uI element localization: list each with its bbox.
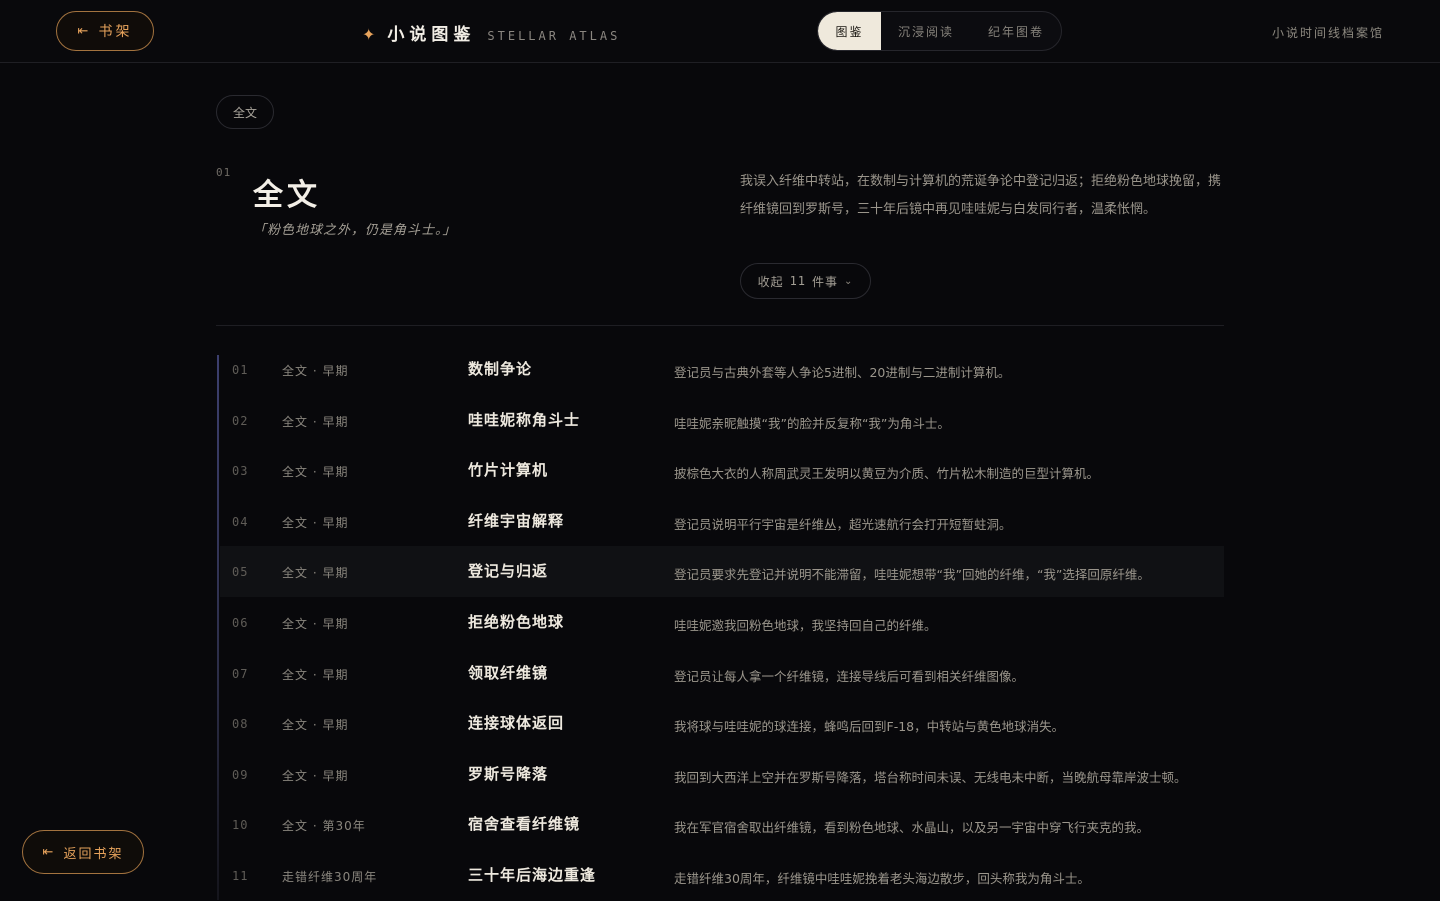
event-title: 登记与归返 <box>468 562 549 581</box>
section-divider <box>216 325 1224 326</box>
event-title: 连接球体返回 <box>468 714 565 733</box>
event-row[interactable]: 01 全文 · 早期 数制争论 登记员与古典外套等人争论5进制、20进制与二进制… <box>220 344 1224 395</box>
section-number: 01 <box>216 166 232 179</box>
tab-atlas[interactable]: 图鉴 <box>818 12 881 50</box>
back-to-bookshelf-button[interactable]: ⇤ 返回书架 <box>22 830 144 874</box>
timeline-line <box>217 355 219 900</box>
event-title: 三十年后海边重逢 <box>468 865 597 884</box>
event-description: 我将球与哇哇妮的球连接，蜂鸣后回到F-18，中转站与黄色地球消失。 <box>674 719 1065 735</box>
event-title: 宿舍查看纤维镜 <box>468 815 581 834</box>
event-count: 11 <box>789 274 807 288</box>
event-title: 哇哇妮称角斗士 <box>468 410 581 429</box>
filter-chip[interactable]: 全文 <box>216 95 274 129</box>
arrow-left-bar-icon: ⇤ <box>42 844 54 860</box>
event-number: 05 <box>232 565 249 580</box>
event-tag: 全文 · 早期 <box>282 768 349 783</box>
event-row[interactable]: 10 全文 · 第30年 宿舍查看纤维镜 我在军官宿舍取出纤维镜，看到粉色地球、… <box>220 799 1224 850</box>
event-row[interactable]: 03 全文 · 早期 竹片计算机 披棕色大衣的人称周武灵王发明以黄豆为介质、竹片… <box>220 445 1224 496</box>
event-description: 登记员要求先登记并说明不能滞留，哇哇妮想带“我”回她的纤维，“我”选择回原纤维。 <box>674 567 1150 583</box>
event-number: 01 <box>232 363 249 377</box>
event-title: 数制争论 <box>468 360 533 378</box>
event-title: 拒绝粉色地球 <box>468 612 565 631</box>
event-description: 哇哇妮亲昵触摸“我”的脸并反复称“我”为角斗士。 <box>674 415 950 431</box>
event-title: 罗斯号降落 <box>468 764 549 783</box>
event-tag: 全文 · 早期 <box>282 515 349 530</box>
back-button-label: 返回书架 <box>63 846 124 862</box>
event-row[interactable]: 08 全文 · 早期 连接球体返回 我将球与哇哇妮的球连接，蜂鸣后回到F-18，… <box>220 698 1224 749</box>
event-number: 11 <box>232 868 249 883</box>
event-title: 竹片计算机 <box>468 461 549 480</box>
event-row[interactable]: 11 走错纤维30周年 三十年后海边重逢 走错纤维30周年，纤维镜中哇哇妮挽着老… <box>220 850 1224 901</box>
event-title: 领取纤维镜 <box>468 663 549 682</box>
event-description: 走错纤维30周年，纤维镜中哇哇妮挽着老头海边散步，回头称我为角斗士。 <box>674 870 1090 886</box>
event-number: 10 <box>232 818 249 833</box>
event-number: 02 <box>232 413 249 428</box>
event-tag: 全文 · 早期 <box>282 414 349 429</box>
event-count-suffix: 件事 <box>812 274 839 289</box>
star-icon: ✦ <box>362 25 376 44</box>
arrow-left-bar-icon: ⇤ <box>77 23 89 39</box>
event-tag: 全文 · 早期 <box>282 616 349 631</box>
event-description: 登记员说明平行宇宙是纤维丛，超光速航行会打开短暂蛀洞。 <box>674 516 1012 532</box>
event-tag: 全文 · 早期 <box>282 566 349 581</box>
collapse-label: 收起 <box>757 274 784 289</box>
event-tag: 走错纤维30周年 <box>282 869 378 884</box>
event-description: 披棕色大衣的人称周武灵王发明以黄豆为介质、竹片松木制造的巨型计算机。 <box>674 466 1100 482</box>
bookshelf-button[interactable]: ⇤ 书架 <box>56 11 154 51</box>
section-description: 我误入纤维中转站，在数制与计算机的荒诞争论中登记归返；拒绝粉色地球挽留，携纤维镜… <box>740 174 1222 217</box>
event-title: 纤维宇宙解释 <box>468 511 565 530</box>
event-list: 01 全文 · 早期 数制争论 登记员与古典外套等人争论5进制、20进制与二进制… <box>220 344 1224 901</box>
event-tag: 全文 · 早期 <box>282 718 349 733</box>
event-number: 03 <box>232 464 249 479</box>
event-description: 哇哇妮邀我回粉色地球，我坚持回自己的纤维。 <box>674 617 937 633</box>
section-quote: 「粉色地球之外，仍是角斗士。」 <box>253 223 457 238</box>
event-number: 06 <box>232 615 249 630</box>
tab-immersive-reading[interactable]: 沉浸阅读 <box>881 12 971 50</box>
event-description: 登记员让每人拿一个纤维镜，连接导线后可看到相关纤维图像。 <box>674 668 1025 684</box>
event-row[interactable]: 07 全文 · 早期 领取纤维镜 登记员让每人拿一个纤维镜，连接导线后可看到相关… <box>220 648 1224 699</box>
event-row-highlighted[interactable]: 05 全文 · 早期 登记与归返 登记员要求先登记并说明不能滞留，哇哇妮想带“我… <box>220 546 1224 597</box>
event-row[interactable]: 09 全文 · 早期 罗斯号降落 我回到大西洋上空并在罗斯号降落，塔台称时间未误… <box>220 749 1224 800</box>
event-tag: 全文 · 早期 <box>282 465 349 480</box>
view-mode-tabs: 图鉴 沉浸阅读 纪年图卷 <box>817 11 1062 51</box>
timeline-archive-link[interactable]: 小说时间线档案馆 <box>1272 24 1384 41</box>
section-title: 全文 <box>253 178 321 213</box>
event-number: 08 <box>232 717 249 732</box>
event-number: 09 <box>232 767 249 782</box>
top-navigation-bar: ⇤ 书架 ✦ 小说图鉴 STELLAR ATLAS 图鉴 沉浸阅读 纪年图卷 小… <box>0 0 1440 63</box>
event-tag: 全文 · 第30年 <box>282 819 366 834</box>
event-row[interactable]: 06 全文 · 早期 拒绝粉色地球 哇哇妮邀我回粉色地球，我坚持回自己的纤维。 <box>220 597 1224 648</box>
event-description: 我在军官宿舍取出纤维镜，看到粉色地球、水晶山，以及另一宇宙中穿飞行夹克的我。 <box>674 820 1150 836</box>
event-tag: 全文 · 早期 <box>282 364 349 378</box>
chevron-down-icon: ⌄ <box>844 275 854 287</box>
collapse-events-button[interactable]: 收起 11 件事 ⌄ <box>740 263 871 299</box>
brand-name: 小说图鉴 <box>387 25 476 45</box>
event-number: 04 <box>232 514 249 529</box>
brand-subtitle: STELLAR ATLAS <box>487 29 621 43</box>
event-row[interactable]: 04 全文 · 早期 纤维宇宙解释 登记员说明平行宇宙是纤维丛，超光速航行会打开… <box>220 496 1224 547</box>
event-description: 登记员与古典外套等人争论5进制、20进制与二进制计算机。 <box>674 365 1011 380</box>
event-number: 07 <box>232 666 249 681</box>
bookshelf-button-label: 书架 <box>98 24 133 40</box>
tab-chronicle-scroll[interactable]: 纪年图卷 <box>971 12 1061 50</box>
event-tag: 全文 · 早期 <box>282 667 349 682</box>
event-description: 我回到大西洋上空并在罗斯号降落，塔台称时间未误、无线电未中断，当晚航母靠岸波士顿… <box>674 769 1187 785</box>
brand: ✦ 小说图鉴 STELLAR ATLAS <box>362 20 620 46</box>
event-row[interactable]: 02 全文 · 早期 哇哇妮称角斗士 哇哇妮亲昵触摸“我”的脸并反复称“我”为角… <box>220 395 1224 446</box>
